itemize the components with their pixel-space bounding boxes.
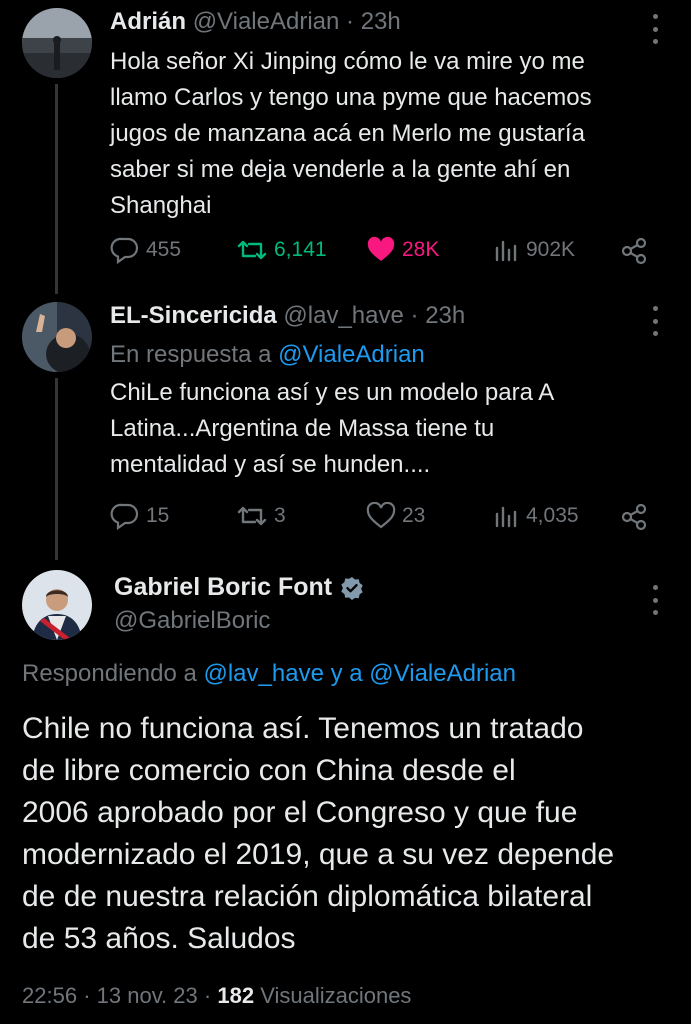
share-icon bbox=[621, 503, 647, 531]
retweet-button[interactable]: 6,141 bbox=[236, 236, 327, 264]
tweet2-reply-context: En respuesta a @VialeAdrian bbox=[110, 341, 425, 369]
retweet-icon bbox=[237, 506, 267, 526]
avatar-adrian[interactable] bbox=[22, 8, 92, 78]
views-bar-icon bbox=[495, 506, 517, 528]
heart-icon bbox=[367, 236, 395, 261]
reply-icon bbox=[110, 503, 139, 530]
like-button[interactable]: 23 bbox=[366, 502, 425, 530]
reply-count: 455 bbox=[146, 238, 182, 261]
meta-separator: · bbox=[203, 983, 212, 1008]
tweet2-time[interactable]: 23h bbox=[425, 302, 465, 329]
reply-to-link[interactable]: @VialeAdrian bbox=[278, 341, 425, 368]
like-count: 23 bbox=[402, 504, 426, 527]
tweet2-line: ChiLe funciona así y es un modelo para A bbox=[110, 379, 555, 406]
replying-to-link-1[interactable]: @lav_have bbox=[203, 660, 323, 687]
tweet2-separator: · bbox=[410, 302, 419, 329]
tweet2-line: Latina...Argentina de Massa tiene tu bbox=[110, 415, 495, 442]
avatar-adrian-image bbox=[22, 8, 92, 78]
views-count: 4,035 bbox=[526, 504, 579, 527]
reply-button[interactable]: 455 bbox=[110, 236, 181, 264]
reply-count: 15 bbox=[146, 504, 170, 527]
more-icon[interactable] bbox=[648, 585, 662, 615]
main-line: de 53 años. Saludos bbox=[22, 922, 296, 955]
views-count: 902K bbox=[526, 238, 576, 261]
replying-a: a bbox=[349, 660, 363, 687]
main-tweet-text: Chile no funciona así. Tenemos un tratad… bbox=[22, 708, 672, 960]
main-line: Chile no funciona así. Tenemos un tratad… bbox=[22, 712, 584, 745]
main-time[interactable]: 22:56 bbox=[22, 983, 77, 1008]
tweet2-handle[interactable]: @lav_have bbox=[283, 302, 403, 329]
more-icon[interactable] bbox=[648, 306, 662, 336]
replying-to-link-2[interactable]: @VialeAdrian bbox=[369, 660, 516, 687]
share-icon bbox=[621, 237, 647, 265]
main-views-label[interactable]: Visualizaciones bbox=[260, 983, 411, 1008]
replying-prefix: Respondiendo a bbox=[22, 660, 197, 687]
reply-icon bbox=[110, 237, 139, 264]
tweet1-time[interactable]: 23h bbox=[361, 8, 401, 35]
retweet-icon bbox=[237, 240, 267, 260]
tweet2-line: mentalidad y así se hunden.... bbox=[110, 451, 431, 478]
thread-line-2 bbox=[55, 378, 58, 560]
reply-prefix: En respuesta a bbox=[110, 341, 272, 368]
main-tweet-meta: 22:56 · 13 nov. 23 · 182 Visualizaciones bbox=[22, 983, 411, 1009]
main-replying-context: Respondiendo a @lav_have y a @VialeAdria… bbox=[22, 660, 516, 688]
main-name-row: Gabriel Boric Font bbox=[114, 573, 364, 602]
main-line: 2006 aprobado por el Congreso y que fue bbox=[22, 796, 578, 829]
tweet1-line: saber si me deja venderle a la gente ahí… bbox=[110, 156, 571, 183]
more-icon[interactable] bbox=[648, 14, 662, 44]
reply-button[interactable]: 15 bbox=[110, 502, 169, 530]
main-display-name[interactable]: Gabriel Boric Font bbox=[114, 573, 332, 602]
tweet1-handle[interactable]: @VialeAdrian bbox=[193, 8, 340, 35]
views-button[interactable]: 4,035 bbox=[494, 502, 579, 530]
tweet1-text: Hola señor Xi Jinping cómo le va mire yo… bbox=[110, 44, 592, 224]
avatar-boric-image bbox=[22, 570, 92, 640]
views-bar-icon bbox=[495, 240, 517, 262]
main-line: de de nuestra relación diplomática bilat… bbox=[22, 880, 593, 913]
tweet2-text: ChiLe funciona así y es un modelo para A… bbox=[110, 375, 554, 483]
tweet1-header: Adrián @VialeAdrian · 23h bbox=[110, 8, 401, 36]
share-button[interactable] bbox=[620, 236, 648, 266]
like-count: 28K bbox=[402, 238, 440, 261]
share-button[interactable] bbox=[620, 502, 648, 532]
thread-line-1 bbox=[55, 84, 58, 294]
tweet1-line: Shanghai bbox=[110, 192, 212, 219]
avatar-boric[interactable] bbox=[22, 570, 92, 640]
tweet1-line: jugos de manzana acá en Merlo me gustarí… bbox=[110, 120, 585, 147]
main-handle[interactable]: @GabrielBoric bbox=[114, 607, 270, 635]
main-line: modernizado el 2019, que a su vez depend… bbox=[22, 838, 615, 871]
views-button[interactable]: 902K bbox=[494, 236, 575, 264]
replying-and: y bbox=[330, 660, 343, 687]
avatar-sincericida-image bbox=[22, 302, 92, 372]
retweet-count: 3 bbox=[274, 504, 286, 527]
retweet-count: 6,141 bbox=[274, 238, 327, 261]
tweet1-line: llamo Carlos y tengo una pyme que hacemo… bbox=[110, 84, 592, 111]
main-date[interactable]: 13 nov. 23 bbox=[97, 983, 198, 1008]
main-views-count[interactable]: 182 bbox=[217, 983, 254, 1008]
verified-badge-icon bbox=[341, 576, 363, 600]
heart-icon bbox=[366, 502, 396, 529]
tweet1-display-name[interactable]: Adrián bbox=[110, 8, 186, 35]
tweet2-display-name[interactable]: EL-Sincericida bbox=[110, 302, 277, 329]
main-line: de libre comercio con China desde el bbox=[22, 754, 516, 787]
avatar-sincericida[interactable] bbox=[22, 302, 92, 372]
retweet-button[interactable]: 3 bbox=[236, 502, 286, 530]
like-button[interactable]: 28K bbox=[366, 236, 439, 264]
meta-separator: · bbox=[83, 983, 91, 1008]
tweet1-separator: · bbox=[346, 8, 355, 35]
tweet1-line: Hola señor Xi Jinping cómo le va mire yo… bbox=[110, 48, 585, 75]
tweet2-header: EL-Sincericida @lav_have · 23h bbox=[110, 302, 465, 330]
